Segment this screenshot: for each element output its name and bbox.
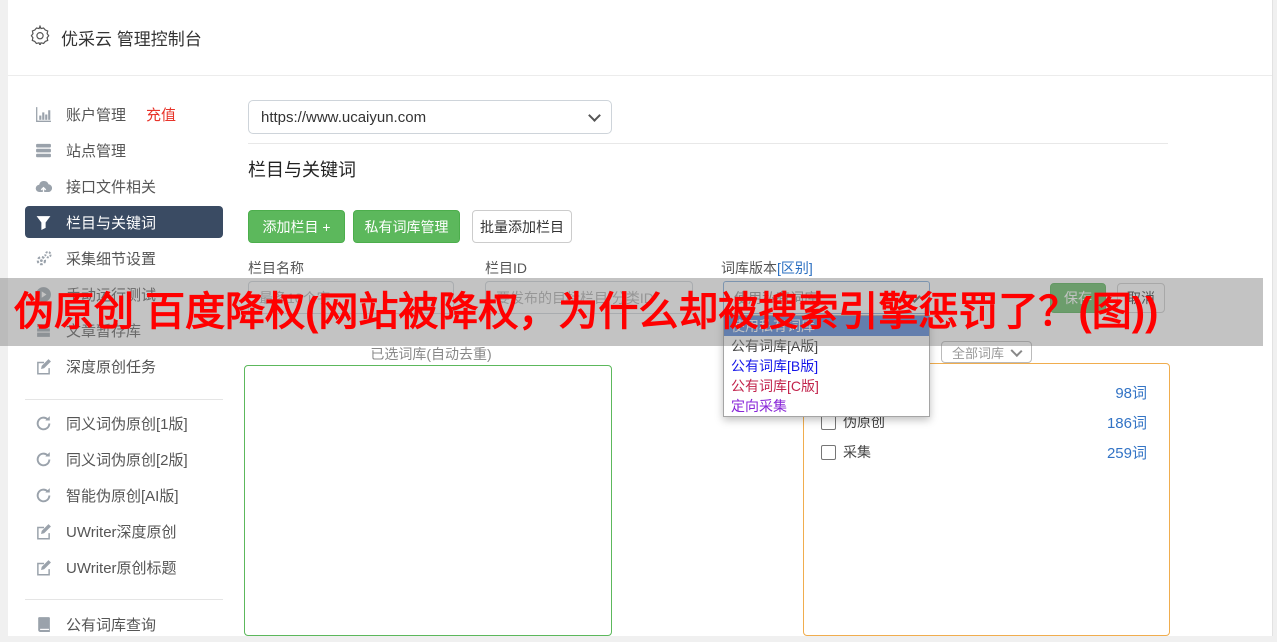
sidebar-item-label: UWriter原创标题 bbox=[66, 559, 177, 577]
watermark-overlay: 伪原创 百度降权(网站被降权，为什么却被搜索引擎惩罚了？(图)) bbox=[0, 278, 1263, 346]
column-name-label: 栏目名称 bbox=[248, 260, 304, 276]
sidebar-item-synonym-v1[interactable]: 同义词伪原创[1版] bbox=[25, 405, 223, 441]
cloud-upload-icon bbox=[35, 178, 52, 195]
selected-dict-box[interactable] bbox=[244, 365, 612, 636]
sidebar-item-label: 栏目与关键词 bbox=[66, 214, 157, 232]
sidebar-item-ai-rewrite[interactable]: 智能伪原创[AI版] bbox=[25, 477, 223, 513]
site-url-value: https://www.ucaiyun.com bbox=[261, 108, 427, 126]
bar-chart-icon bbox=[35, 106, 52, 123]
batch-add-button[interactable]: 批量添加栏目 bbox=[472, 210, 572, 243]
dict-row-count: 259词 bbox=[1106, 444, 1147, 462]
sidebar-item-label: 深度原创任务 bbox=[66, 358, 157, 376]
sidebar-item-columns-keywords[interactable]: 栏目与关键词 bbox=[25, 206, 223, 238]
sidebar-item-label: 同义词伪原创[2版] bbox=[66, 451, 188, 469]
refresh-icon bbox=[35, 487, 52, 504]
sidebar-item-label: 智能伪原创[AI版] bbox=[66, 487, 179, 505]
gears-icon bbox=[35, 250, 52, 267]
sidebar-item-label: UWriter深度原创 bbox=[66, 523, 177, 541]
dict-row-count: 98词 bbox=[1115, 384, 1147, 402]
dropdown-option-public-b[interactable]: 公有词库[B版] bbox=[724, 356, 929, 376]
sidebar-item-collect-settings[interactable]: 采集细节设置 bbox=[25, 240, 223, 276]
dict-row-count: 186词 bbox=[1106, 414, 1147, 432]
sidebar-item-uwriter-deep[interactable]: UWriter深度原创 bbox=[25, 513, 223, 549]
sidebar-item-label: 账户管理 bbox=[66, 106, 127, 124]
chevron-down-icon bbox=[1010, 344, 1023, 357]
recharge-badge[interactable]: 充值 bbox=[146, 104, 176, 125]
sidebar-item-interface-files[interactable]: 接口文件相关 bbox=[25, 168, 223, 204]
dict-version-label: 词库版本[区别] bbox=[721, 260, 813, 276]
sidebar-divider bbox=[25, 399, 223, 400]
sidebar-item-label: 接口文件相关 bbox=[66, 178, 157, 196]
book-icon bbox=[35, 616, 52, 633]
sidebar-item-label: 采集细节设置 bbox=[66, 250, 157, 268]
edit-icon bbox=[35, 358, 52, 375]
sidebar-item-sites[interactable]: 站点管理 bbox=[25, 132, 223, 168]
server-icon bbox=[35, 142, 52, 159]
page-title: 栏目与关键词 bbox=[248, 160, 356, 180]
sidebar-item-account[interactable]: 账户管理 充值 bbox=[25, 96, 223, 132]
refresh-icon bbox=[35, 415, 52, 432]
site-url-select[interactable]: https://www.ucaiyun.com bbox=[248, 100, 612, 134]
dropdown-option-public-c[interactable]: 公有词库[C版] bbox=[724, 376, 929, 396]
watermark-text: 伪原创 百度降权(网站被降权，为什么却被搜索引擎惩罚了？(图)) bbox=[14, 290, 1159, 334]
selected-dict-label: 已选词库(自动去重) bbox=[370, 346, 492, 362]
refresh-icon bbox=[35, 451, 52, 468]
edit-icon bbox=[35, 559, 52, 576]
dict-version-diff-link[interactable]: [区别] bbox=[777, 260, 813, 276]
gear-icon bbox=[30, 24, 50, 50]
dropdown-option-targeted[interactable]: 定向采集 bbox=[724, 396, 929, 416]
dict-row: 采集 259词 bbox=[821, 442, 1147, 462]
sidebar-item-label: 站点管理 bbox=[66, 142, 127, 160]
sidebar: 账户管理 充值 站点管理 接口文件相关 栏目与关键词 采集细节设置 手动运行测试… bbox=[25, 96, 223, 642]
edit-icon bbox=[35, 523, 52, 540]
sidebar-item-synonym-v2[interactable]: 同义词伪原创[2版] bbox=[25, 441, 223, 477]
filter-icon bbox=[35, 214, 52, 231]
sidebar-item-deep-original-task[interactable]: 深度原创任务 bbox=[25, 348, 223, 384]
dict-row-label: 采集 bbox=[843, 444, 871, 460]
sidebar-divider bbox=[25, 599, 223, 600]
app-header: 优采云 管理控制台 bbox=[8, 0, 1272, 76]
add-column-button[interactable]: 添加栏目 + bbox=[248, 210, 345, 243]
column-id-label: 栏目ID bbox=[485, 260, 527, 276]
sidebar-item-label: 同义词伪原创[1版] bbox=[66, 415, 188, 433]
private-dict-button[interactable]: 私有词库管理 bbox=[353, 210, 460, 243]
chevron-down-icon bbox=[588, 109, 601, 122]
sidebar-item-public-dict-query[interactable]: 公有词库查询 bbox=[25, 606, 223, 642]
app-title: 优采云 管理控制台 bbox=[61, 30, 202, 49]
section-divider bbox=[248, 143, 1168, 144]
dict-row-checkbox[interactable] bbox=[821, 444, 836, 460]
sidebar-item-uwriter-title[interactable]: UWriter原创标题 bbox=[25, 549, 223, 585]
sidebar-item-label: 公有词库查询 bbox=[66, 616, 157, 634]
